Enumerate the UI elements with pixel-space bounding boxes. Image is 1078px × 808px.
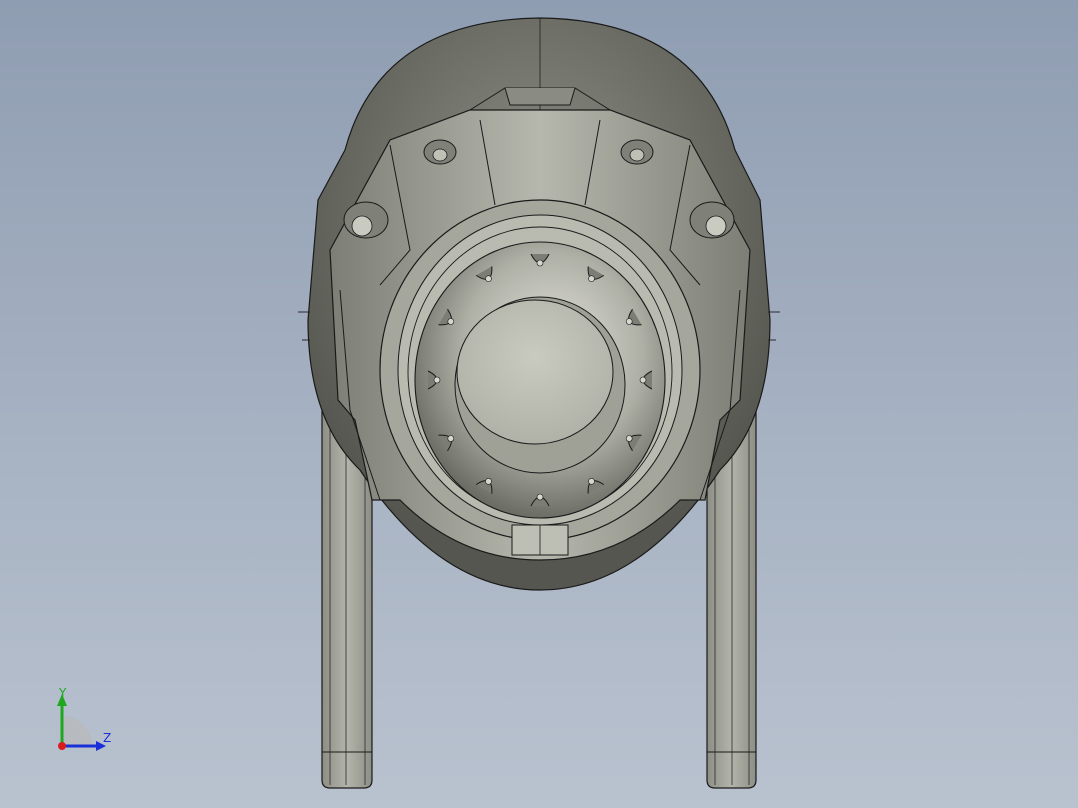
gear-tooth-pin <box>485 275 492 282</box>
gear-tooth-pin <box>447 318 455 325</box>
coordinate-triad: Y Z <box>40 680 130 760</box>
gear-tooth-pin <box>485 478 492 485</box>
z-axis-label: Z <box>103 731 112 745</box>
gear-tooth-pin <box>588 478 595 485</box>
gear-tooth-pin <box>639 376 647 384</box>
bolt-boss-right <box>689 201 735 239</box>
gear-tooth-pin <box>588 275 595 282</box>
gear-tooth-pin <box>625 318 633 325</box>
model-render[interactable] <box>0 0 1078 808</box>
bolt-top-left <box>423 139 457 165</box>
bolt-boss-left <box>343 201 389 239</box>
x-axis-dot <box>58 742 66 750</box>
triad-arc <box>62 716 92 746</box>
bottom-tab <box>511 524 569 556</box>
gear-tooth-pin <box>625 435 633 442</box>
gear-tooth-pin <box>433 376 441 384</box>
gear-tooth-pin <box>536 259 544 267</box>
gear-tooth-pin <box>447 435 455 442</box>
gear-tooth-pin <box>536 493 544 501</box>
y-axis-label: Y <box>59 686 67 700</box>
bolt-top-right <box>620 139 654 165</box>
center-cap <box>454 296 626 474</box>
graphics-viewport[interactable] <box>0 0 1078 808</box>
